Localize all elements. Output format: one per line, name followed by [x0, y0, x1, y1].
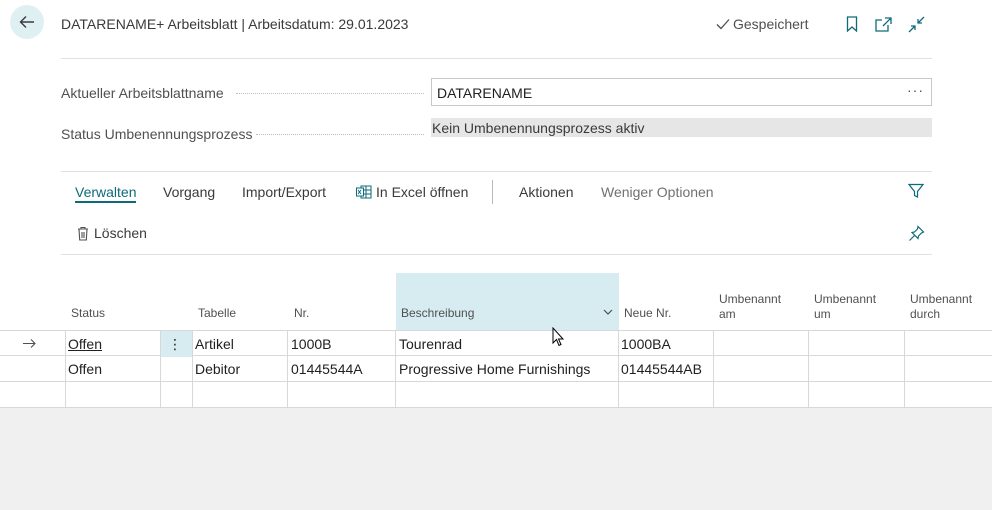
col-umbenannt-am-line2: am — [719, 307, 736, 321]
menu-separator — [492, 180, 493, 204]
col-beschreibung[interactable]: Beschreibung — [401, 306, 474, 321]
menu-verwalten[interactable]: Verwalten — [75, 184, 137, 203]
grid-divider — [808, 330, 809, 408]
collapse-icon — [908, 16, 924, 32]
col-umbenannt-am[interactable]: Umbenannt am — [719, 292, 781, 322]
grid-divider — [192, 330, 193, 408]
col-umbenannt-durch[interactable]: Umbenannt durch — [910, 292, 972, 322]
grid-divider — [395, 330, 396, 408]
status-value: Kein Umbenennungsprozess aktiv — [431, 118, 932, 137]
delete-button[interactable]: Löschen — [77, 225, 147, 241]
cell-beschreibung[interactable]: Tourenrad — [396, 331, 465, 357]
row-actions-button[interactable]: ⋮ — [161, 331, 192, 357]
menu-open-in-excel-label: In Excel öffnen — [376, 184, 469, 200]
empty-area — [0, 408, 992, 510]
actions-divider — [61, 254, 932, 255]
back-button[interactable] — [10, 5, 44, 39]
col-umbenannt-um[interactable]: Umbenannt um — [814, 292, 876, 322]
current-sheet-leader — [236, 93, 424, 94]
page-title: DATARENAME+ Arbeitsblatt | Arbeitsdatum:… — [61, 16, 409, 32]
cell-tabelle[interactable]: Artikel — [192, 331, 237, 357]
col-umbenannt-um-line2: um — [814, 307, 831, 321]
cell-nr[interactable]: 1000B — [288, 331, 334, 357]
current-sheet-input[interactable]: DATARENAME ··· — [431, 78, 932, 106]
col-umbenannt-durch-line1: Umbenannt — [910, 292, 973, 306]
current-row-arrow-icon — [23, 339, 36, 348]
table-row[interactable]: Offen Debitor 01445544A Progressive Home… — [0, 356, 992, 382]
col-umbenannt-um-line1: Umbenannt — [814, 292, 877, 306]
chevron-down-icon[interactable] — [603, 309, 613, 316]
delete-icon — [78, 226, 88, 241]
open-new-window-button[interactable] — [873, 14, 893, 34]
grid-divider — [160, 330, 161, 408]
col-tabelle[interactable]: Tabelle — [198, 306, 236, 321]
pin-icon — [908, 224, 925, 241]
cell-status[interactable]: Offen — [65, 356, 105, 382]
grid-divider — [713, 330, 714, 408]
status-leader — [256, 134, 424, 135]
excel-icon — [356, 185, 372, 199]
status-label: Status Umbenennungsprozess — [61, 126, 253, 142]
grid-divider — [904, 330, 905, 408]
filter-button[interactable] — [906, 181, 926, 201]
saved-status: Gespeichert — [716, 16, 808, 32]
checkmark-icon — [716, 19, 730, 30]
cell-tabelle[interactable]: Debitor — [192, 356, 243, 382]
more-vertical-icon: ⋮ — [168, 336, 182, 352]
cell-status[interactable]: Offen — [65, 331, 105, 357]
pin-button[interactable] — [906, 223, 926, 243]
menu-less-options[interactable]: Weniger Optionen — [601, 184, 714, 200]
current-sheet-label: Aktueller Arbeitsblattname — [61, 85, 224, 101]
menu-import-export[interactable]: Import/Export — [242, 184, 326, 200]
col-umbenannt-am-line1: Umbenannt — [719, 292, 782, 306]
collapse-button[interactable] — [906, 14, 926, 34]
col-nr[interactable]: Nr. — [294, 306, 309, 321]
bookmark-icon — [846, 16, 858, 32]
menu-aktionen[interactable]: Aktionen — [519, 184, 573, 200]
back-arrow-icon — [19, 16, 34, 28]
saved-label: Gespeichert — [733, 16, 809, 32]
menu-open-in-excel[interactable]: In Excel öffnen — [356, 184, 468, 200]
more-options-icon[interactable]: ··· — [907, 82, 924, 98]
fields-divider — [61, 171, 932, 172]
bookmark-button[interactable] — [842, 14, 862, 34]
grid-divider — [618, 330, 619, 408]
current-sheet-value: DATARENAME — [437, 85, 533, 101]
mouse-cursor-icon — [552, 327, 565, 347]
col-status[interactable]: Status — [71, 306, 105, 321]
delete-label: Löschen — [94, 225, 147, 241]
cell-neue-nr[interactable]: 1000BA — [618, 331, 674, 357]
col-neue-nr[interactable]: Neue Nr. — [624, 306, 671, 321]
cell-beschreibung[interactable]: Progressive Home Furnishings — [396, 356, 593, 382]
col-umbenannt-durch-line2: durch — [910, 307, 941, 321]
cell-nr[interactable]: 01445544A — [288, 356, 366, 382]
grid-divider — [65, 330, 66, 408]
open-new-window-icon — [874, 16, 892, 32]
table-row-empty[interactable] — [0, 382, 992, 408]
column-header-selected-bg — [396, 273, 619, 330]
menu-vorgang[interactable]: Vorgang — [163, 184, 215, 200]
grid-divider — [287, 330, 288, 408]
filter-icon — [908, 183, 924, 198]
table-row[interactable]: Offen ⋮ Artikel 1000B Tourenrad 1000BA — [0, 330, 992, 357]
header-divider — [61, 58, 932, 59]
cell-neue-nr[interactable]: 01445544AB — [618, 356, 705, 382]
